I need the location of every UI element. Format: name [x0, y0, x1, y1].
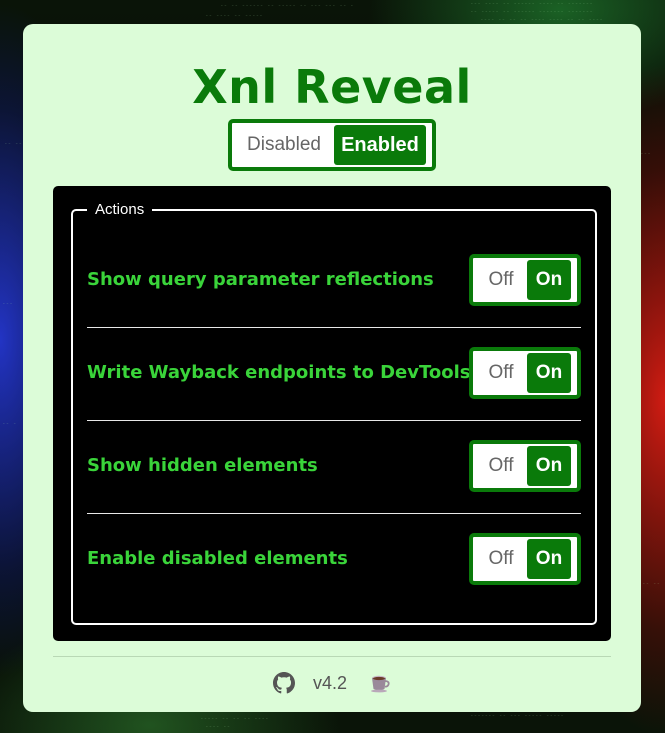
toggle-option-on[interactable]: On: [527, 539, 571, 579]
app-title: Xnl Reveal: [192, 60, 472, 114]
row-divider: [87, 420, 581, 421]
github-icon[interactable]: [272, 672, 295, 694]
actions-legend: Actions: [87, 200, 153, 220]
action-row-disabled-elements: Enable disabled elements Off On: [87, 515, 581, 607]
toggle-option-off[interactable]: Off: [475, 539, 527, 579]
coffee-cup-icon[interactable]: [369, 672, 391, 694]
toggle-option-enabled[interactable]: Enabled: [334, 125, 426, 165]
toggle-option-off[interactable]: Off: [475, 446, 527, 486]
action-label: Write Wayback endpoints to DevTools: [87, 362, 471, 383]
actions-fieldset: Actions Show query parameter reflections…: [71, 200, 597, 625]
extension-enable-toggle[interactable]: Disabled Enabled: [228, 119, 436, 171]
toggle-option-on[interactable]: On: [527, 446, 571, 486]
popup-card: Xnl Reveal Disabled Enabled Actions Show…: [23, 24, 641, 712]
action-row-wayback-endpoints: Write Wayback endpoints to DevTools Off …: [87, 329, 581, 421]
actions-panel: Actions Show query parameter reflections…: [53, 186, 611, 641]
action-label: Enable disabled elements: [87, 548, 348, 569]
row-divider: [87, 327, 581, 328]
footer-divider: [53, 656, 611, 657]
action-label: Show hidden elements: [87, 455, 318, 476]
version-label: v4.2: [312, 672, 348, 693]
action-row-hidden-elements: Show hidden elements Off On: [87, 422, 581, 514]
disabled-elements-toggle[interactable]: Off On: [469, 533, 581, 585]
toggle-option-on[interactable]: On: [527, 260, 571, 300]
toggle-option-off[interactable]: Off: [475, 353, 527, 393]
action-row-query-reflections: Show query parameter reflections Off On: [87, 236, 581, 328]
toggle-option-off[interactable]: Off: [475, 260, 527, 300]
footer: v4.2: [23, 668, 641, 698]
hidden-elements-toggle[interactable]: Off On: [469, 440, 581, 492]
row-divider: [87, 513, 581, 514]
toggle-option-disabled[interactable]: Disabled: [234, 125, 334, 165]
wayback-endpoints-toggle[interactable]: Off On: [469, 347, 581, 399]
action-label: Show query parameter reflections: [87, 269, 434, 290]
query-reflections-toggle[interactable]: Off On: [469, 254, 581, 306]
toggle-option-on[interactable]: On: [527, 353, 571, 393]
